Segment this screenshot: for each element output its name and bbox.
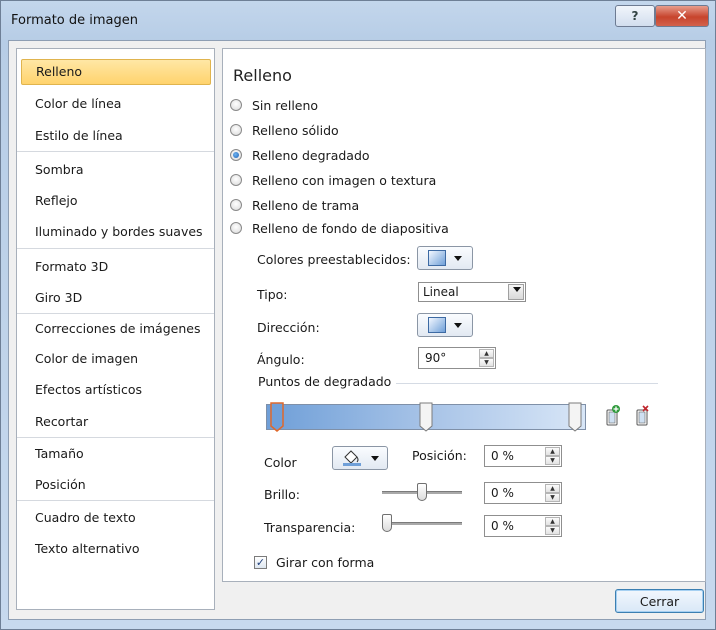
sidebar-item-posicion[interactable]: Posición (21, 472, 211, 498)
radio-label: Relleno degradado (252, 147, 370, 163)
position-spinner[interactable]: 0 % ▲ ▼ (484, 445, 562, 467)
rotate-with-shape-label: Girar con forma (276, 555, 375, 570)
panel-title: Relleno (233, 66, 292, 85)
close-window-button[interactable]: ✕ (655, 5, 709, 27)
radio-label: Relleno con imagen o textura (252, 172, 437, 188)
transparency-spinner[interactable]: 0 % ▲ ▼ (484, 515, 562, 537)
sidebar-divider (17, 248, 214, 249)
preset-colors-button[interactable] (417, 246, 473, 270)
transparency-value: 0 % (491, 519, 514, 533)
spin-up-icon[interactable]: ▲ (545, 447, 560, 456)
direction-swatch-icon (428, 317, 446, 333)
spin-down-icon[interactable]: ▼ (545, 456, 560, 465)
gradient-stops-header: Puntos de degradado (258, 374, 392, 389)
sidebar-item-cuadro-de-texto[interactable]: Cuadro de texto (21, 505, 211, 531)
radio-relleno-degradado[interactable]: Relleno degradado (230, 145, 370, 165)
transparency-slider-thumb[interactable] (382, 514, 392, 532)
sidebar-item-estilo-de-linea[interactable]: Estilo de línea (21, 123, 211, 149)
sidebar-item-sombra[interactable]: Sombra (21, 157, 211, 183)
radio-relleno-solido[interactable]: Relleno sólido (230, 120, 339, 140)
spin-down-icon[interactable]: ▼ (479, 358, 494, 367)
radio-indicator[interactable] (230, 174, 242, 186)
window-title: Formato de imagen (11, 13, 139, 28)
color-label: Color (264, 455, 297, 470)
gradient-swatch-icon (428, 250, 446, 266)
stop-color-button[interactable] (332, 446, 388, 470)
sidebar-divider (17, 313, 214, 314)
chevron-down-icon (454, 322, 462, 328)
spinner-buttons[interactable]: ▲ ▼ (545, 517, 560, 535)
transparency-slider[interactable] (382, 522, 462, 525)
type-value: Lineal (423, 285, 459, 299)
brightness-spinner[interactable]: 0 % ▲ ▼ (484, 482, 562, 504)
sidebar-divider (17, 151, 214, 152)
brightness-label: Brillo: (264, 487, 300, 502)
sidebar-item-efectos-artisticos[interactable]: Efectos artísticos (21, 377, 211, 403)
radio-indicator-selected[interactable] (230, 149, 242, 161)
paint-bucket-icon (343, 450, 361, 466)
close-button[interactable]: Cerrar (615, 589, 704, 613)
preset-colors-label: Colores preestablecidos: (257, 252, 411, 267)
spin-up-icon[interactable]: ▲ (545, 517, 560, 526)
sidebar-item-tamano[interactable]: Tamaño (21, 441, 211, 467)
radio-relleno-fondo[interactable]: Relleno de fondo de diapositiva (230, 218, 449, 238)
type-select[interactable]: Lineal (418, 282, 526, 302)
sidebar-divider (17, 437, 214, 438)
spin-down-icon[interactable]: ▼ (545, 493, 560, 502)
radio-indicator[interactable] (230, 199, 242, 211)
sidebar-item-iluminado[interactable]: Iluminado y bordes suaves (21, 219, 211, 245)
sidebar-item-reflejo[interactable]: Reflejo (21, 188, 211, 214)
sidebar-item-giro-3d[interactable]: Giro 3D (21, 285, 211, 311)
radio-label: Relleno de fondo de diapositiva (252, 220, 449, 236)
gradient-stop-2[interactable] (568, 402, 582, 432)
radio-sin-relleno[interactable]: Sin relleno (230, 95, 318, 115)
spin-up-icon[interactable]: ▲ (545, 484, 560, 493)
direction-label: Dirección: (257, 320, 320, 335)
spinner-buttons[interactable]: ▲ ▼ (479, 349, 494, 367)
spinner-buttons[interactable]: ▲ ▼ (545, 447, 560, 465)
chevron-down-icon (513, 287, 521, 292)
angle-spinner[interactable]: 90° ▲ ▼ (418, 347, 496, 369)
angle-label: Ángulo: (257, 352, 305, 367)
spin-down-icon[interactable]: ▼ (545, 526, 560, 535)
position-value: 0 % (491, 449, 514, 463)
group-divider (396, 383, 658, 384)
sidebar-item-relleno[interactable]: Relleno (21, 59, 211, 85)
radio-label: Relleno de trama (252, 197, 360, 213)
gradient-stop-0[interactable] (270, 402, 284, 432)
transparency-label: Transparencia: (264, 520, 356, 535)
radio-label: Sin relleno (252, 97, 319, 113)
radio-indicator[interactable] (230, 99, 242, 111)
radio-relleno-trama[interactable]: Relleno de trama (230, 195, 359, 215)
gradient-stop-1[interactable] (419, 402, 433, 432)
spin-up-icon[interactable]: ▲ (479, 349, 494, 358)
type-label: Tipo: (257, 287, 288, 302)
sidebar-divider (17, 500, 214, 501)
brightness-value: 0 % (491, 486, 514, 500)
sidebar-item-color-de-linea[interactable]: Color de línea (21, 91, 211, 117)
chevron-down-icon (371, 455, 379, 461)
help-button[interactable]: ? (615, 5, 655, 27)
sidebar-item-color-de-imagen[interactable]: Color de imagen (21, 346, 211, 372)
radio-indicator[interactable] (230, 222, 242, 234)
remove-gradient-stop-icon[interactable] (632, 404, 652, 428)
radio-label: Relleno sólido (252, 122, 339, 138)
rotate-with-shape-checkbox[interactable]: ✓ (254, 556, 267, 569)
sidebar-item-recortar[interactable]: Recortar (21, 409, 211, 435)
sidebar-item-formato-3d[interactable]: Formato 3D (21, 254, 211, 280)
direction-button[interactable] (417, 313, 473, 337)
sidebar-item-correcciones[interactable]: Correcciones de imágenes (21, 316, 211, 342)
radio-relleno-imagen[interactable]: Relleno con imagen o textura (230, 170, 436, 190)
add-gradient-stop-icon[interactable] (602, 404, 622, 428)
category-sidebar: Relleno Color de línea Estilo de línea S… (16, 48, 215, 610)
chevron-down-icon (454, 255, 462, 261)
sidebar-item-texto-alternativo[interactable]: Texto alternativo (21, 536, 211, 562)
angle-value: 90° (425, 351, 447, 365)
dropdown-arrow-icon[interactable] (508, 284, 524, 300)
brightness-slider-thumb[interactable] (417, 483, 427, 501)
title-bar: Formato de imagen ? ✕ (1, 1, 715, 37)
spinner-buttons[interactable]: ▲ ▼ (545, 484, 560, 502)
position-label: Posición: (412, 448, 467, 463)
radio-indicator[interactable] (230, 124, 242, 136)
